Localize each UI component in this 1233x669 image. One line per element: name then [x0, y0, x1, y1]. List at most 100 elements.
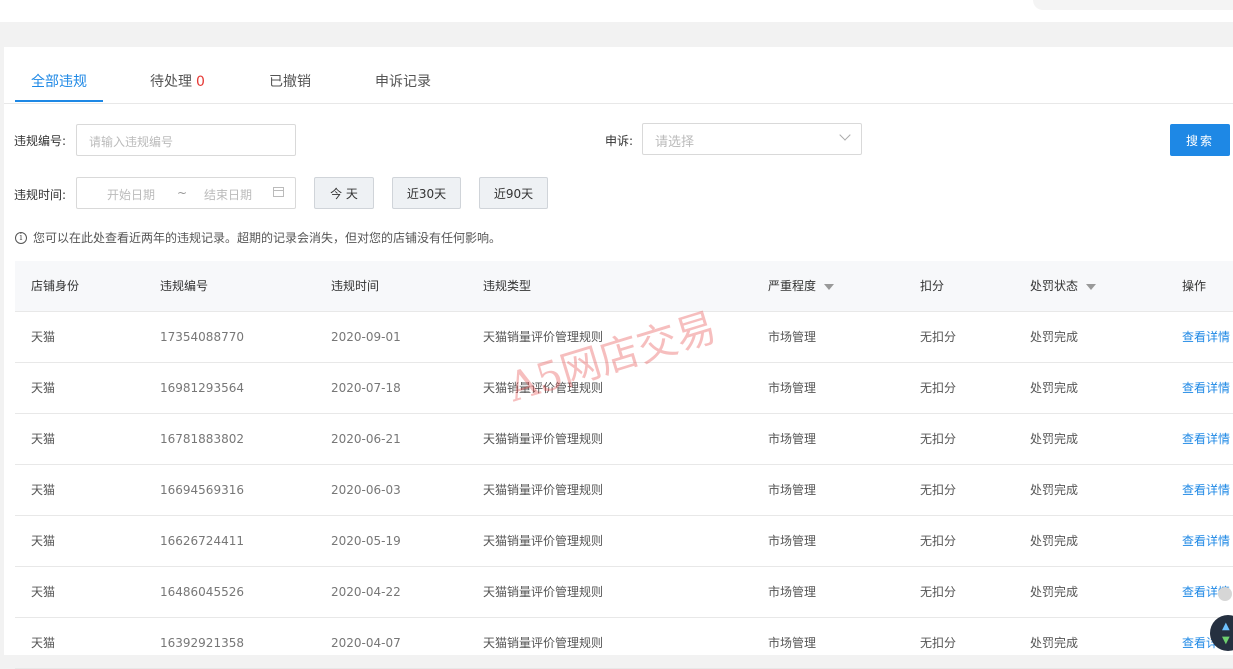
cell-violation-type: 天猫销量评价管理规则 — [483, 381, 604, 395]
tab-label: 申诉记录 — [375, 74, 431, 90]
scroll-indicator[interactable] — [1218, 587, 1232, 601]
tab-revoked[interactable]: 已撤销 — [269, 71, 311, 91]
cell-violation-type: 天猫销量评价管理规则 — [483, 585, 604, 599]
cell-penalty-status: 处罚完成 — [1030, 534, 1079, 548]
cell-violation-time: 2020-09-01 — [331, 330, 401, 344]
cell-store-identity: 天猫 — [31, 330, 56, 344]
cell-penalty-status: 处罚完成 — [1030, 483, 1079, 497]
cell-deduction: 无扣分 — [920, 534, 957, 548]
table-row: 天猫 16626724411 2020-05-19 天猫销量评价管理规则 市场管理 无扣分… — [15, 516, 1233, 567]
view-details-link[interactable]: 查看详情 — [1182, 516, 1230, 566]
table-row: 天猫 17354088770 2020-09-01 天猫销量评价管理规则 市场管理 无扣分… — [15, 312, 1233, 363]
cell-violation-type: 天猫销量评价管理规则 — [483, 483, 604, 497]
search-button[interactable]: 搜索 — [1170, 124, 1230, 156]
view-details-link[interactable]: 查看详情 — [1182, 414, 1230, 464]
cell-penalty-status: 处罚完成 — [1030, 432, 1079, 446]
cell-violation-time: 2020-07-18 — [331, 381, 401, 395]
last-30-days-button[interactable]: 近30天 — [392, 177, 461, 209]
appeal-select[interactable]: 请选择 — [642, 123, 862, 155]
calendar-icon — [273, 187, 284, 197]
filter-icon[interactable] — [1086, 283, 1097, 290]
cell-violation-no: 16626724411 — [160, 534, 244, 548]
table-row: 天猫 16694569316 2020-06-03 天猫销量评价管理规则 市场管理 无扣分… — [15, 465, 1233, 516]
violations-table: 店铺身份 违规编号 违规时间 违规类型 严重程度 扣分 处罚状态 操作 天猫 17… — [15, 261, 1233, 669]
cell-severity: 市场管理 — [768, 381, 817, 395]
table-row: 天猫 16981293564 2020-07-18 天猫销量评价管理规则 市场管理 无扣分… — [15, 363, 1233, 414]
cell-violation-no: 17354088770 — [160, 330, 244, 344]
header-penalty-status: 处罚状态 — [1030, 261, 1097, 311]
top-bar — [0, 0, 1233, 22]
cell-deduction: 无扣分 — [920, 483, 957, 497]
cell-store-identity: 天猫 — [31, 483, 56, 497]
view-details-link[interactable]: 查看详情 — [1182, 465, 1230, 515]
header-deduction: 扣分 — [920, 279, 945, 293]
tab-pending[interactable]: 待处理 0 — [150, 71, 205, 91]
table-body: 天猫 17354088770 2020-09-01 天猫销量评价管理规则 市场管理 无扣分… — [15, 312, 1233, 669]
cell-penalty-status: 处罚完成 — [1030, 585, 1079, 599]
cell-penalty-status: 处罚完成 — [1030, 381, 1079, 395]
cell-violation-no: 16486045526 — [160, 585, 244, 599]
cell-deduction: 无扣分 — [920, 636, 957, 650]
active-tab-underline — [15, 100, 103, 102]
cell-severity: 市场管理 — [768, 483, 817, 497]
table-row: 天猫 16486045526 2020-04-22 天猫销量评价管理规则 市场管理 无扣分… — [15, 567, 1233, 618]
header-violation-time: 违规时间 — [331, 279, 380, 293]
view-details-link[interactable]: 查看详情 — [1182, 363, 1230, 413]
cell-store-identity: 天猫 — [31, 636, 56, 650]
end-date-placeholder: 结束日期 — [204, 188, 253, 202]
violation-no-label: 违规编号: — [14, 134, 67, 148]
violation-no-input[interactable]: 请输入违规编号 — [76, 124, 296, 156]
cell-violation-no: 16694569316 — [160, 483, 244, 497]
pending-count-badge: 0 — [196, 74, 205, 90]
info-icon: i — [15, 231, 27, 244]
appeal-label: 申诉: — [605, 134, 634, 148]
chevron-down-icon — [839, 129, 851, 141]
tab-bar: 全部违规 待处理 0 已撤销 申诉记录 — [4, 47, 1233, 104]
main-panel: 全部违规 待处理 0 已撤销 申诉记录 违规编号: 请输入违规编号 申诉: 请选择… — [4, 47, 1233, 669]
cell-store-identity: 天猫 — [31, 381, 56, 395]
cell-store-identity: 天猫 — [31, 534, 56, 548]
top-bar-pill — [1033, 0, 1233, 10]
cell-deduction: 无扣分 — [920, 381, 957, 395]
tab-label: 全部违规 — [31, 74, 87, 90]
date-separator: ~ — [177, 186, 188, 200]
view-details-link[interactable]: 查看详情 — [1182, 312, 1230, 362]
cell-violation-no: 16981293564 — [160, 381, 244, 395]
cell-severity: 市场管理 — [768, 330, 817, 344]
cell-severity: 市场管理 — [768, 534, 817, 548]
header-severity: 严重程度 — [768, 261, 835, 311]
filter-icon[interactable] — [824, 283, 835, 290]
cell-violation-time: 2020-06-21 — [331, 432, 401, 446]
cell-severity: 市场管理 — [768, 432, 817, 446]
cell-store-identity: 天猫 — [31, 585, 56, 599]
cell-violation-type: 天猫销量评价管理规则 — [483, 534, 604, 548]
cell-violation-type: 天猫销量评价管理规则 — [483, 432, 604, 446]
cell-penalty-status: 处罚完成 — [1030, 330, 1079, 344]
header-penalty-status-label: 处罚状态 — [1030, 279, 1079, 293]
last-90-days-button[interactable]: 近90天 — [479, 177, 548, 209]
tab-label: 待处理 — [150, 74, 192, 90]
notice-text: 您可以在此处查看近两年的违规记录。超期的记录会消失，但对您的店铺没有任何影响。 — [33, 231, 502, 245]
tab-all-violations[interactable]: 全部违规 — [31, 71, 87, 91]
notice: i 您可以在此处查看近两年的违规记录。超期的记录会消失，但对您的店铺没有任何影响… — [15, 229, 501, 246]
cell-severity: 市场管理 — [768, 585, 817, 599]
header-actions: 操作 — [1182, 279, 1207, 293]
cell-deduction: 无扣分 — [920, 432, 957, 446]
arrow-down-icon: ▼ — [1222, 635, 1230, 646]
cell-deduction: 无扣分 — [920, 585, 957, 599]
table-header: 店铺身份 违规编号 违规时间 违规类型 严重程度 扣分 处罚状态 操作 — [15, 261, 1233, 312]
arrow-up-icon: ▲ — [1222, 621, 1230, 632]
tab-appeal-records[interactable]: 申诉记录 — [375, 71, 431, 91]
date-range-picker[interactable]: 开始日期 ~ 结束日期 — [76, 177, 296, 209]
cell-severity: 市场管理 — [768, 636, 817, 650]
cell-violation-time: 2020-06-03 — [331, 483, 401, 497]
cell-violation-no: 16781883802 — [160, 432, 244, 446]
today-button[interactable]: 今 天 — [314, 177, 374, 209]
cell-violation-time: 2020-05-19 — [331, 534, 401, 548]
cell-violation-type: 天猫销量评价管理规则 — [483, 330, 604, 344]
tab-label: 已撤销 — [269, 74, 311, 90]
header-violation-no: 违规编号 — [160, 279, 209, 293]
start-date-placeholder: 开始日期 — [107, 188, 156, 202]
cell-store-identity: 天猫 — [31, 432, 56, 446]
cell-violation-time: 2020-04-07 — [331, 636, 401, 650]
